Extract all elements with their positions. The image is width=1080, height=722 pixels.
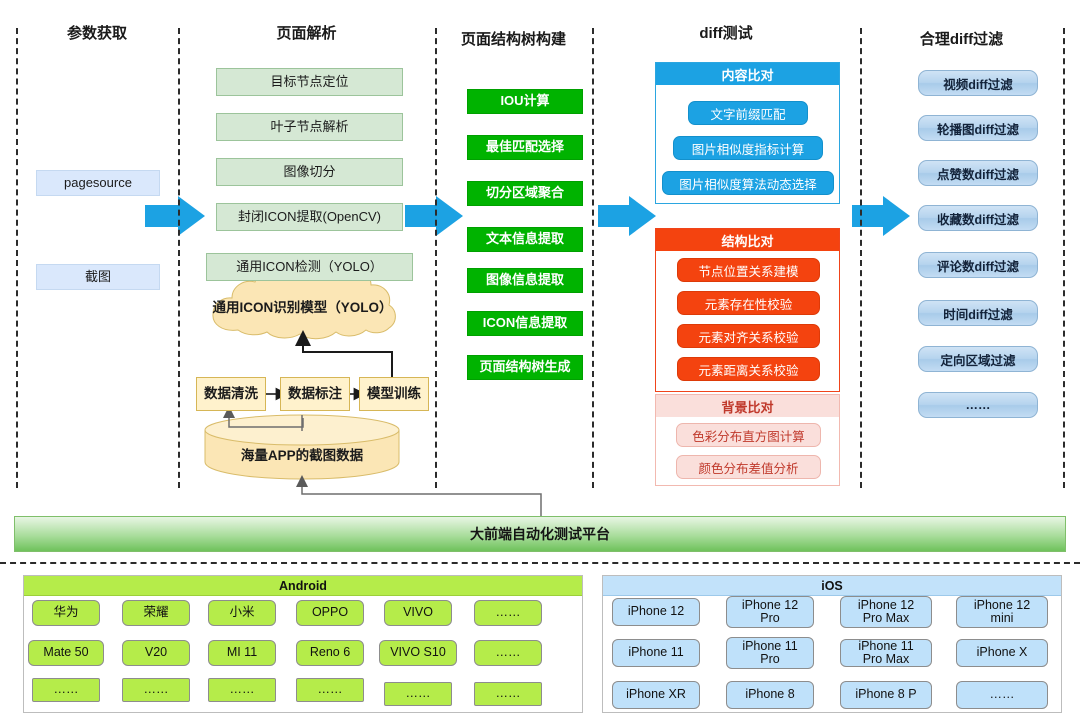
tree-step-2[interactable]: 切分区域聚合 xyxy=(467,181,583,206)
diff-background-item-0[interactable]: 色彩分布直方图计算 xyxy=(676,423,821,447)
column-divider-5 xyxy=(1063,28,1065,488)
diff-structure-item-0[interactable]: 节点位置关系建模 xyxy=(677,258,820,282)
parse-step-1[interactable]: 叶子节点解析 xyxy=(216,113,403,141)
diff-panel-structure-title: 结构比对 xyxy=(656,229,839,251)
datastore-to-clean-arrow xyxy=(223,406,304,431)
input-pagesource[interactable]: pagesource xyxy=(36,170,160,196)
diff-content-item-0[interactable]: 文字前缀匹配 xyxy=(688,101,808,125)
tree-step-5[interactable]: ICON信息提取 xyxy=(467,311,583,336)
android-chip-r2c3[interactable]: …… xyxy=(296,678,364,702)
column-title-diff: diff测试 xyxy=(699,25,753,42)
android-chip-r2c2[interactable]: …… xyxy=(208,678,276,702)
datastore-label: 海量APP的截图数据 xyxy=(240,448,364,463)
android-chip-r0c0[interactable]: 华为 xyxy=(32,600,100,626)
filter-item-1[interactable]: 轮播图diff过滤 xyxy=(918,115,1038,141)
column-divider-1 xyxy=(178,28,180,488)
android-chip-r1c4[interactable]: VIVO S10 xyxy=(379,640,457,666)
ios-chip-r1c0[interactable]: iPhone 11 xyxy=(612,639,700,667)
pipeline-step-clean[interactable]: 数据清洗 xyxy=(196,377,266,411)
tree-step-3[interactable]: 文本信息提取 xyxy=(467,227,583,252)
diff-content-item-1[interactable]: 图片相似度指标计算 xyxy=(673,136,823,160)
parse-step-2[interactable]: 图像切分 xyxy=(216,158,403,186)
parse-step-0[interactable]: 目标节点定位 xyxy=(216,68,403,96)
pipeline-step-label[interactable]: 数据标注 xyxy=(280,377,350,411)
tree-step-6[interactable]: 页面结构树生成 xyxy=(467,355,583,380)
android-chip-r0c3[interactable]: OPPO xyxy=(296,600,364,626)
ios-chip-r2c1[interactable]: iPhone 8 xyxy=(726,681,814,709)
diagram-canvas: 参数获取 页面解析 页面结构树构建 diff测试 合理diff过滤 pageso… xyxy=(0,0,1080,722)
ios-chip-r2c3[interactable]: …… xyxy=(956,681,1048,709)
ios-chip-r0c2[interactable]: iPhone 12 Pro Max xyxy=(840,596,932,628)
ios-panel-title: iOS xyxy=(603,576,1061,596)
stage-arrow-2 xyxy=(405,196,463,236)
ios-chip-r0c3[interactable]: iPhone 12 mini xyxy=(956,596,1048,628)
android-chip-r0c2[interactable]: 小米 xyxy=(208,600,276,626)
android-chip-r2c0[interactable]: …… xyxy=(32,678,100,702)
input-screenshot[interactable]: 截图 xyxy=(36,264,160,290)
column-title-filter: 合理diff过滤 xyxy=(919,31,1004,48)
android-chip-r1c0[interactable]: Mate 50 xyxy=(28,640,104,666)
ios-chip-r2c0[interactable]: iPhone XR xyxy=(612,681,700,709)
pipeline-step-train[interactable]: 模型训练 xyxy=(359,377,429,411)
android-chip-r1c1[interactable]: V20 xyxy=(122,640,190,666)
diff-structure-item-1[interactable]: 元素存在性校验 xyxy=(677,291,820,315)
android-chip-r2c5[interactable]: …… xyxy=(474,682,542,706)
ios-chip-r2c2[interactable]: iPhone 8 P xyxy=(840,681,932,709)
diff-structure-item-2[interactable]: 元素对齐关系校验 xyxy=(677,324,820,348)
android-chip-r1c5[interactable]: …… xyxy=(474,640,542,666)
column-title-param: 参数获取 xyxy=(66,25,127,42)
parse-step-4[interactable]: 通用ICON检测（YOLO） xyxy=(206,253,413,281)
column-title-tree: 页面结构树构建 xyxy=(460,31,566,48)
ios-chip-r1c2[interactable]: iPhone 11 Pro Max xyxy=(840,639,932,667)
android-panel-title: Android xyxy=(24,576,582,596)
android-chip-r2c4[interactable]: …… xyxy=(384,682,452,706)
parse-step-3[interactable]: 封闭ICON提取(OpenCV) xyxy=(216,203,403,231)
android-chip-r1c2[interactable]: MI 11 xyxy=(208,640,276,666)
ios-chip-r1c3[interactable]: iPhone X xyxy=(956,639,1048,667)
android-chip-r0c4[interactable]: VIVO xyxy=(384,600,452,626)
training-to-model-arrow xyxy=(295,330,393,377)
stage-arrow-1 xyxy=(145,196,205,236)
platform-to-datastore-arrow xyxy=(296,475,542,516)
diff-content-item-2[interactable]: 图片相似度算法动态选择 xyxy=(662,171,834,195)
ios-chip-r0c1[interactable]: iPhone 12 Pro xyxy=(726,596,814,628)
filter-item-5[interactable]: 时间diff过滤 xyxy=(918,300,1038,326)
column-title-parse: 页面解析 xyxy=(276,25,337,42)
tree-step-0[interactable]: IOU计算 xyxy=(467,89,583,114)
filter-item-4[interactable]: 评论数diff过滤 xyxy=(918,252,1038,278)
filter-item-0[interactable]: 视频diff过滤 xyxy=(918,70,1038,96)
android-chip-r0c1[interactable]: 荣耀 xyxy=(122,600,190,626)
stage-arrow-3 xyxy=(598,196,656,236)
android-chip-r2c1[interactable]: …… xyxy=(122,678,190,702)
section-separator xyxy=(0,562,1080,564)
filter-item-3[interactable]: 收藏数diff过滤 xyxy=(918,205,1038,231)
diff-structure-item-3[interactable]: 元素距离关系校验 xyxy=(677,357,820,381)
column-divider-3 xyxy=(592,28,594,488)
filter-item-6[interactable]: 定向区域过滤 xyxy=(918,346,1038,372)
filter-item-2[interactable]: 点赞数diff过滤 xyxy=(918,160,1038,186)
column-divider-0 xyxy=(16,28,18,488)
column-divider-4 xyxy=(860,28,862,488)
tree-step-1[interactable]: 最佳匹配选择 xyxy=(467,135,583,160)
diff-background-item-1[interactable]: 颜色分布差值分析 xyxy=(676,455,821,479)
model-cloud-label: 通用ICON识别模型（YOLO） xyxy=(212,300,393,315)
android-chip-r1c3[interactable]: Reno 6 xyxy=(296,640,364,666)
filter-item-7[interactable]: …… xyxy=(918,392,1038,418)
tree-step-4[interactable]: 图像信息提取 xyxy=(467,268,583,293)
ios-chip-r0c0[interactable]: iPhone 12 xyxy=(612,598,700,626)
android-chip-r0c5[interactable]: …… xyxy=(474,600,542,626)
ios-chip-r1c1[interactable]: iPhone 11 Pro xyxy=(726,637,814,669)
diff-panel-background-title: 背景比对 xyxy=(656,395,839,417)
column-divider-2 xyxy=(435,28,437,488)
diff-panel-content-title: 内容比对 xyxy=(656,63,839,85)
platform-bar: 大前端自动化测试平台 xyxy=(14,516,1066,552)
